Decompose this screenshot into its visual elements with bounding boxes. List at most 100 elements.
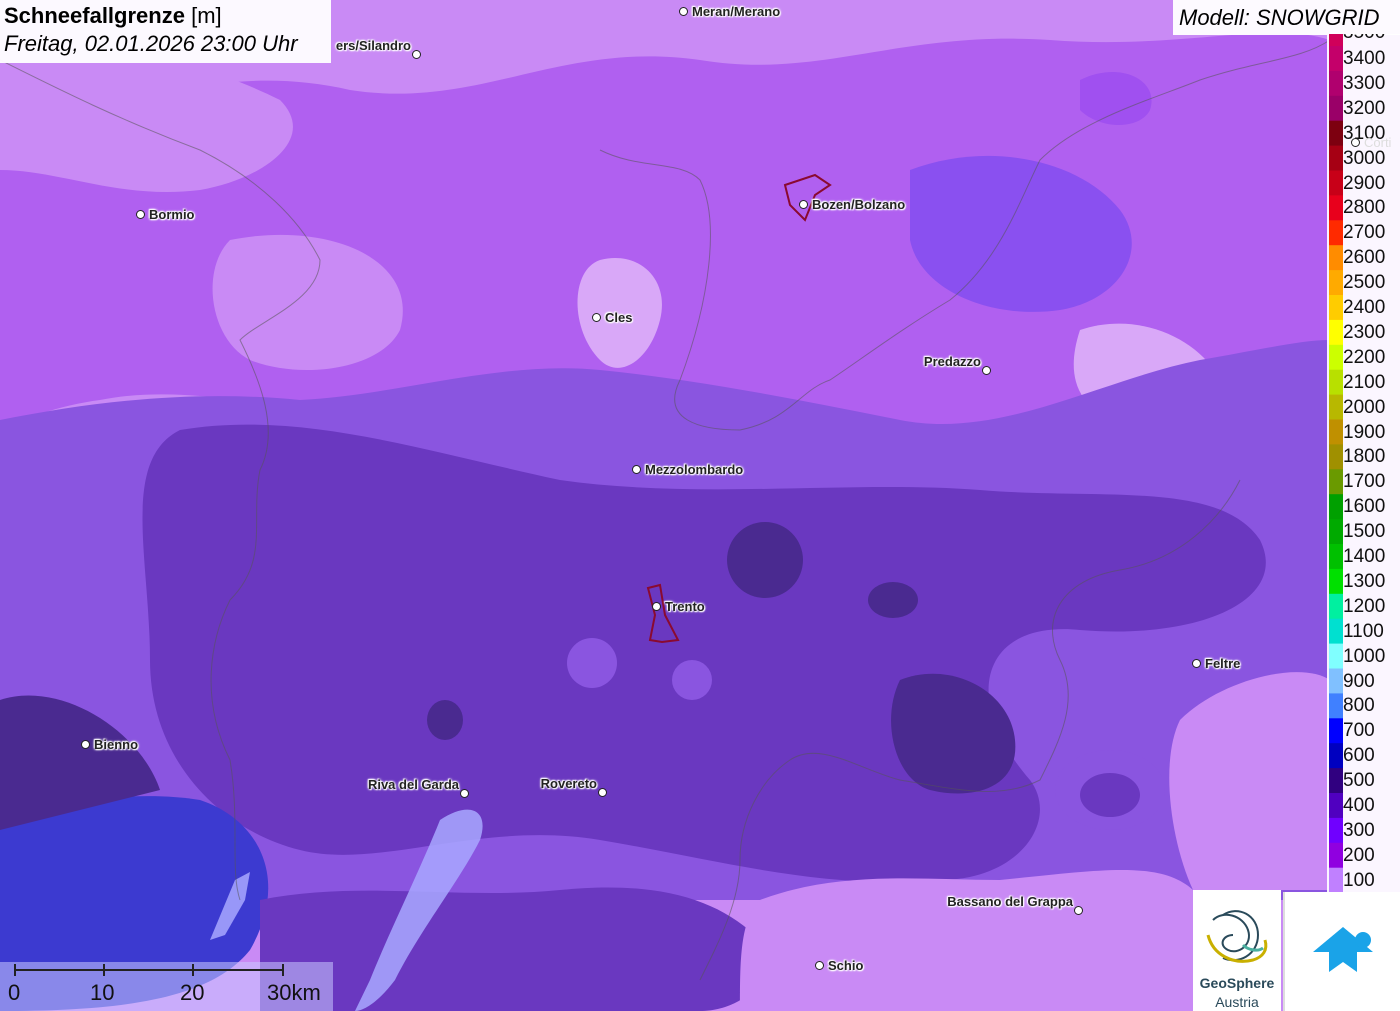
legend-label: 2500 <box>1343 272 1386 294</box>
city-label: Meran/Merano <box>692 4 781 19</box>
legend-label: 2000 <box>1343 396 1386 418</box>
legend-swatch <box>1329 145 1343 171</box>
legend-label: 1600 <box>1343 496 1386 518</box>
city-dot[interactable] <box>652 602 661 611</box>
city-dot[interactable] <box>632 465 641 474</box>
legend-label: 900 <box>1343 670 1375 692</box>
legend-swatch <box>1329 344 1343 371</box>
legend-label: 600 <box>1343 745 1375 767</box>
scale-label-10: 10 <box>90 980 115 1005</box>
city-label: Bienno <box>94 737 139 752</box>
legend-swatch <box>1329 245 1343 271</box>
title-box: Schneefallgrenze [m] Freitag, 02.01.2026… <box>0 0 331 63</box>
legend-label: 1800 <box>1343 446 1386 468</box>
legend-swatch <box>1329 593 1343 620</box>
city-dot[interactable] <box>598 788 607 797</box>
geosphere-name: GeoSphere <box>1199 975 1275 991</box>
city-label: Cles <box>605 310 633 325</box>
legend-label: 2900 <box>1343 172 1386 194</box>
city-label: Schio <box>828 958 864 973</box>
legend-label: 400 <box>1343 795 1375 816</box>
legend-swatch <box>1329 768 1343 794</box>
map-datetime: Freitag, 02.01.2026 23:00 Uhr <box>4 31 298 56</box>
legend-label: 1500 <box>1343 521 1386 543</box>
legend-label: 3200 <box>1343 97 1386 119</box>
legend-swatch <box>1329 295 1343 321</box>
city-dot[interactable] <box>815 961 824 970</box>
scale-label-30km: 30km <box>267 980 321 1005</box>
legend-swatch <box>1329 544 1343 570</box>
city-dot[interactable] <box>1351 138 1360 147</box>
snowflake-arrow-icon <box>1313 927 1373 972</box>
city-dot[interactable] <box>81 740 90 749</box>
city-dot[interactable] <box>460 789 469 798</box>
zone-dark-west <box>427 700 463 740</box>
zone-dark-small <box>868 582 918 618</box>
legend-swatch <box>1329 419 1343 445</box>
city-label: Riva del Garda <box>367 777 459 792</box>
legend-swatch <box>1329 70 1343 97</box>
legend-label: 1100 <box>1343 620 1384 642</box>
city-dot[interactable] <box>1192 659 1201 668</box>
map-title: Schneefallgrenze [m] <box>4 3 222 29</box>
legend-label: 1400 <box>1343 546 1386 567</box>
partner-logo[interactable] <box>1283 892 1400 1011</box>
city-label: Bozen/Bolzano <box>812 197 906 212</box>
zone-light-se <box>740 870 1193 1011</box>
color-legend: 3500 34003300320031003000290028002700260… <box>1327 34 1400 892</box>
legend-label: 2200 <box>1343 346 1386 368</box>
legend-label: 300 <box>1343 819 1375 841</box>
legend-swatch <box>1329 270 1343 296</box>
legend-label: 1300 <box>1343 570 1386 592</box>
city-dot[interactable] <box>1074 906 1083 915</box>
snowfall-map[interactable] <box>0 0 1400 1011</box>
legend-label: 3000 <box>1343 147 1386 169</box>
legend-label: 1200 <box>1343 595 1386 617</box>
model-box: Modell: SNOWGRID <box>1173 0 1400 35</box>
legend-label: 500 <box>1343 770 1375 792</box>
legend-swatch <box>1329 519 1343 545</box>
legend-swatch <box>1329 120 1343 147</box>
legend-label: 2800 <box>1343 197 1386 219</box>
geosphere-sub: Austria <box>1215 994 1259 1010</box>
city-label: Feltre <box>1205 656 1241 671</box>
legend-swatch <box>1329 693 1343 719</box>
zone-ring-e-inner <box>1080 773 1140 817</box>
legend-swatch <box>1329 643 1343 669</box>
legend-swatch <box>1329 394 1343 420</box>
legend-label: 2600 <box>1343 247 1386 269</box>
legend-label: 200 <box>1343 844 1375 866</box>
city-dot[interactable] <box>136 210 145 219</box>
city-dot[interactable] <box>412 50 421 59</box>
city-label: Corti <box>1364 135 1392 150</box>
legend-label: 3400 <box>1343 48 1386 69</box>
legend-swatch <box>1329 494 1343 520</box>
title-unit: [m] <box>191 3 222 28</box>
zone-light-spot-2 <box>672 660 712 700</box>
city-label: Trento <box>665 599 705 614</box>
city-label: ers/Silandro <box>335 38 411 53</box>
model-label: Modell: SNOWGRID <box>1179 5 1380 30</box>
legend-swatch <box>1329 319 1343 346</box>
legend-swatch <box>1329 817 1343 844</box>
legend-swatch <box>1329 867 1343 892</box>
legend-label: 3300 <box>1343 72 1386 94</box>
legend-swatch <box>1329 170 1343 196</box>
city-label: Bassano del Grappa <box>947 894 1073 909</box>
city-dot[interactable] <box>982 366 991 375</box>
legend-label: 2300 <box>1343 321 1386 343</box>
legend-label: 800 <box>1343 695 1375 717</box>
legend-swatch <box>1329 469 1343 495</box>
legend-swatch <box>1329 95 1343 122</box>
city-dot[interactable] <box>679 7 688 16</box>
legend-label: 1700 <box>1343 471 1386 493</box>
zone-dark-center <box>727 522 803 598</box>
legend-swatch-clipped <box>1329 34 1343 46</box>
legend-label: 700 <box>1343 720 1375 742</box>
geosphere-logo[interactable] <box>1193 890 1281 1011</box>
city-dot[interactable] <box>799 200 808 209</box>
legend-swatch <box>1329 743 1343 769</box>
city-dot[interactable] <box>592 313 601 322</box>
zone-south <box>260 887 766 1011</box>
legend-label: 1900 <box>1343 421 1386 443</box>
